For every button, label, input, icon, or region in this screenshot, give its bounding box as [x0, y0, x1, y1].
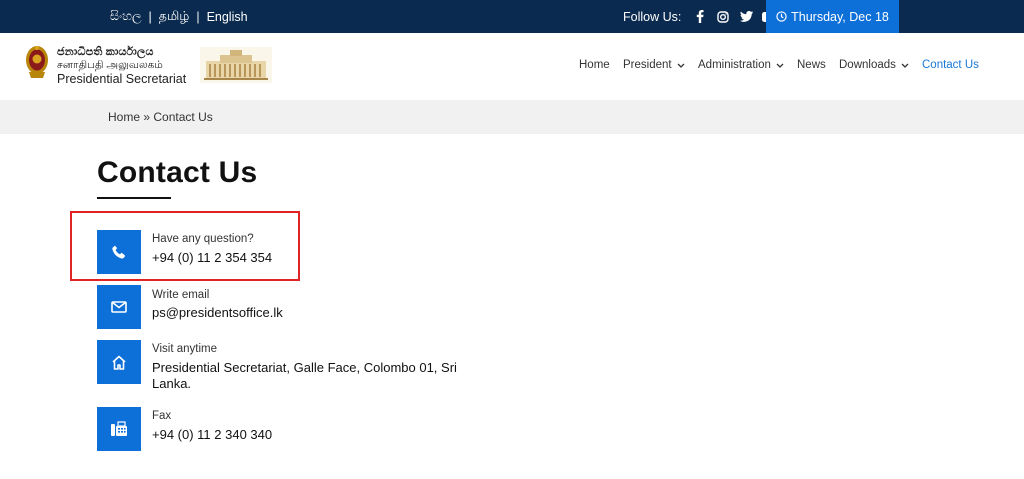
nav-home[interactable]: Home — [579, 59, 610, 71]
nav-news-label: News — [797, 59, 826, 71]
breadcrumb-home-link[interactable]: Home — [108, 110, 140, 124]
language-separator: | — [196, 9, 200, 24]
mail-icon — [97, 285, 141, 329]
contact-address-label: Visit anytime — [152, 343, 217, 355]
nav-news[interactable]: News — [797, 59, 826, 71]
breadcrumb: Home » Contact Us — [108, 110, 213, 124]
language-english-link[interactable]: English — [207, 10, 248, 24]
chevron-down-icon — [677, 63, 685, 68]
title-underline — [97, 197, 171, 199]
nav-president-label: President — [623, 59, 672, 71]
follow-us-label: Follow Us: — [623, 9, 682, 24]
contact-email-label: Write email — [152, 289, 210, 301]
page-title: Contact Us — [97, 156, 258, 189]
language-separator: | — [148, 9, 152, 24]
nav-downloads[interactable]: Downloads — [839, 59, 909, 71]
fax-icon — [97, 407, 141, 451]
main-navigation: Home President Administration News Downl… — [0, 33, 1024, 100]
top-bar: සිංහල | தமிழ் | English Follow Us: Thurs… — [0, 0, 1024, 33]
nav-contact-us[interactable]: Contact Us — [922, 59, 979, 71]
current-date: Thursday, Dec 18 — [791, 9, 889, 24]
contact-address-value: Presidential Secretariat, Galle Face, Co… — [152, 360, 457, 391]
facebook-icon[interactable] — [693, 10, 707, 24]
social-links: Follow Us: — [623, 0, 781, 33]
nav-downloads-label: Downloads — [839, 59, 896, 71]
twitter-icon[interactable] — [739, 10, 753, 24]
nav-contact-us-label: Contact Us — [922, 59, 979, 71]
home-icon — [97, 340, 141, 384]
breadcrumb-separator: » — [143, 110, 151, 124]
nav-administration[interactable]: Administration — [698, 59, 784, 71]
nav-president[interactable]: President — [623, 59, 685, 71]
language-switcher: සිංහල | தமிழ் | English — [110, 0, 248, 33]
contact-fax-label: Fax — [152, 410, 172, 422]
language-sinhala-link[interactable]: සිංහල — [110, 9, 142, 24]
contact-email-value[interactable]: ps@presidentsoffice.lk — [152, 305, 482, 321]
breadcrumb-current: Contact Us — [153, 110, 213, 124]
breadcrumb-bar: Home » Contact Us — [0, 100, 1024, 134]
date-display: Thursday, Dec 18 — [766, 0, 899, 33]
language-tamil-link[interactable]: தமிழ் — [159, 9, 190, 25]
chevron-down-icon — [901, 63, 909, 68]
highlight-box — [70, 211, 300, 281]
nav-administration-label: Administration — [698, 59, 771, 71]
chevron-down-icon — [776, 63, 784, 68]
clock-icon — [776, 11, 787, 22]
nav-home-label: Home — [579, 59, 610, 71]
instagram-icon[interactable] — [716, 10, 730, 24]
site-header: ජනාධිපති කාර්යාලය சனாதிபதி அலுவலகம் Pres… — [0, 33, 1024, 100]
contact-fax-value: +94 (0) 11 2 340 340 — [152, 427, 273, 442]
